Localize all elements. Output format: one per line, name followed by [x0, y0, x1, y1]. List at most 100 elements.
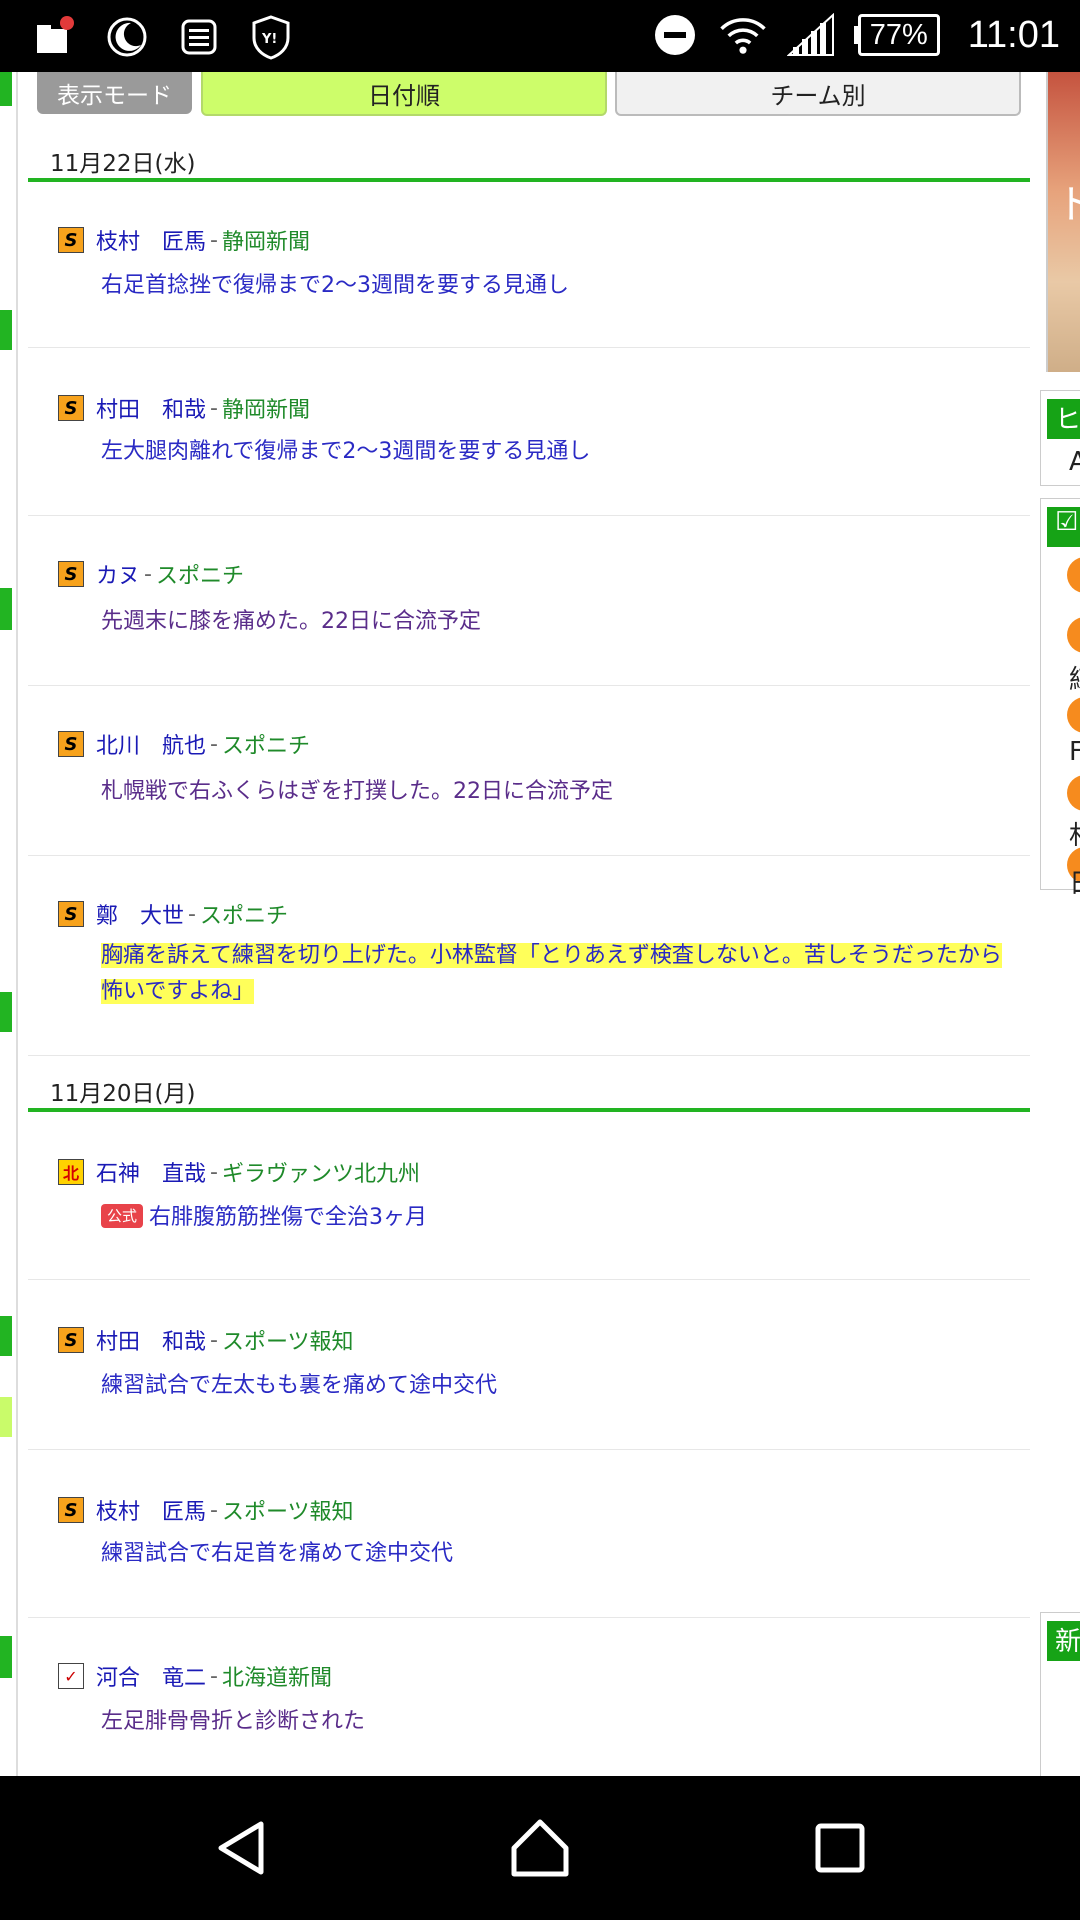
team-s-icon: S	[58, 561, 84, 587]
battery-icon: 77%	[853, 14, 940, 56]
list-bullet	[1067, 775, 1080, 811]
list-bullet	[1067, 697, 1080, 733]
player-name[interactable]: カヌ	[96, 558, 140, 590]
sidebar-item-text[interactable]: 村	[1069, 815, 1080, 852]
banner-text: ト	[1056, 182, 1080, 228]
list-item[interactable]: ✓ 河合 竜二 - 北海道新聞 左足腓骨骨折と診断された	[28, 1618, 1030, 1776]
source-name[interactable]: 北海道新聞	[222, 1660, 332, 1692]
date-label: 11月20日(月)	[50, 1081, 196, 1107]
player-name[interactable]: 河合 竜二	[96, 1660, 206, 1692]
entry-body-text: 右腓腹筋筋挫傷で全治3ヶ月	[149, 1205, 428, 1230]
list-bullet	[1067, 617, 1080, 653]
list-item[interactable]: S 北川 航也 - スポニチ 札幌戦で右ふくらはぎを打撲した。22日に合流予定	[28, 686, 1030, 856]
official-badge: 公式	[101, 1204, 144, 1228]
entry-text[interactable]: 札幌戦で右ふくらはぎを打撲した。22日に合流予定	[101, 774, 1021, 810]
player-name[interactable]: 鄭 大世	[96, 898, 184, 930]
back-button[interactable]	[196, 1806, 286, 1890]
rail-marker	[0, 310, 12, 350]
sidebar-item-text[interactable]: 練	[1069, 659, 1080, 696]
separator: -	[210, 1327, 218, 1353]
player-name[interactable]: 北川 航也	[96, 728, 206, 760]
entry-text[interactable]: 練習試合で左太もも裏を痛めて途中交代	[101, 1368, 1021, 1404]
source-name[interactable]: 静岡新聞	[222, 392, 310, 424]
source-name[interactable]: 静岡新聞	[222, 224, 310, 256]
player-name[interactable]: 村田 和哉	[96, 1324, 206, 1356]
recents-square-icon	[815, 1823, 865, 1873]
list-item[interactable]: 北 石神 直哉 - ギラヴァンツ北九州 公式 右腓腹筋筋挫傷で全治3ヶ月	[28, 1116, 1030, 1280]
display-mode-bar: 表示モード 日付順 チーム別	[37, 72, 1021, 116]
source-name[interactable]: ギラヴァンツ北九州	[222, 1156, 420, 1188]
rail-marker	[0, 1316, 12, 1356]
team-s-icon: S	[58, 731, 84, 757]
svg-text:Y!: Y!	[261, 32, 277, 47]
separator: -	[210, 395, 218, 421]
sidebar-box-header: 新	[1047, 1621, 1080, 1661]
rail-marker	[0, 1397, 12, 1437]
home-button[interactable]	[495, 1806, 585, 1890]
separator: -	[210, 1497, 218, 1523]
source-name[interactable]: スポーツ報知	[222, 1494, 354, 1526]
web-content[interactable]: 表示モード 日付順 チーム別 11月22日(水) S 枝村 匠馬 - 静岡新聞 …	[0, 72, 1080, 1776]
team-s-icon: S	[58, 901, 84, 927]
entry-text[interactable]: 練習試合で右足首を痛めて途中交代	[101, 1536, 1021, 1572]
list-item[interactable]: S 村田 和哉 - スポーツ報知 練習試合で左太もも裏を痛めて途中交代	[28, 1280, 1030, 1450]
list-item[interactable]: S 村田 和哉 - 静岡新聞 左大腿肉離れで復帰まで2〜3週間を要する見通し	[28, 348, 1030, 516]
sidebar-box-header: ヒ	[1047, 399, 1080, 439]
player-name[interactable]: 村田 和哉	[96, 392, 206, 424]
do-not-disturb-icon	[650, 10, 700, 60]
entry-text[interactable]: 左足腓骨骨折と診断された	[101, 1704, 1021, 1740]
entry-text[interactable]: 胸痛を訴えて練習を切り上げた。小林監督「とりあえず検査しないと。苦しそうだったか…	[101, 938, 1021, 1010]
moon-icon	[102, 12, 152, 62]
separator: -	[210, 1159, 218, 1185]
source-name[interactable]: スポニチ	[200, 898, 288, 930]
sidebar-banner-image[interactable]: ト	[1046, 72, 1080, 372]
display-mode-label: 表示モード	[37, 72, 192, 114]
player-name[interactable]: 枝村 匠馬	[96, 224, 206, 256]
entry-text[interactable]: 公式 右腓腹筋筋挫傷で全治3ヶ月	[101, 1200, 1021, 1236]
home-icon	[511, 1819, 569, 1877]
sidebar-box-text: A	[1069, 447, 1080, 477]
navigation-bar	[0, 1776, 1080, 1920]
sidebar-box: ヒ A	[1040, 390, 1080, 486]
date-header: 11月22日(水)	[28, 138, 1030, 182]
status-bar: Y! 77% 11:01	[0, 0, 1080, 72]
rail-marker	[0, 72, 12, 106]
source-name[interactable]: スポーツ報知	[222, 1324, 354, 1356]
source-name[interactable]: スポニチ	[222, 728, 310, 760]
signal-icon	[786, 10, 836, 60]
list-item[interactable]: S 鄭 大世 - スポニチ 胸痛を訴えて練習を切り上げた。小林監督「とりあえず検…	[28, 856, 1030, 1056]
separator: -	[210, 1663, 218, 1689]
team-s-icon: S	[58, 1327, 84, 1353]
separator: -	[188, 901, 196, 927]
yahoo-shield-icon: Y!	[246, 12, 296, 62]
back-triangle-icon	[218, 1821, 264, 1875]
entry-text[interactable]: 左大腿肉離れで復帰まで2〜3週間を要する見通し	[101, 434, 1021, 470]
clock: 11:01	[967, 13, 1060, 56]
team-s-icon: S	[58, 1497, 84, 1523]
player-name[interactable]: 石神 直哉	[96, 1156, 206, 1188]
entry-text[interactable]: 右足首捻挫で復帰まで2〜3週間を要する見通し	[101, 268, 1021, 304]
tab-date-order[interactable]: 日付順	[201, 72, 607, 116]
left-rail	[16, 72, 18, 1776]
player-name[interactable]: 枝村 匠馬	[96, 1494, 206, 1526]
rail-marker	[0, 588, 12, 630]
team-s-icon: S	[58, 395, 84, 421]
source-name[interactable]: スポニチ	[156, 558, 244, 590]
tab-by-team[interactable]: チーム別	[615, 72, 1021, 116]
rail-marker	[0, 1636, 12, 1678]
list-item[interactable]: S 枝村 匠馬 - 静岡新聞 右足首捻挫で復帰まで2〜3週間を要する見通し	[28, 186, 1030, 348]
folder-notification-icon	[30, 12, 80, 62]
separator: -	[210, 731, 218, 757]
sidebar-box-header-icon: ☑	[1047, 507, 1080, 547]
team-hokkaido-icon: ✓	[58, 1663, 84, 1689]
entry-text[interactable]: 先週末に膝を痛めた。22日に合流予定	[101, 604, 1021, 640]
list-item[interactable]: S 枝村 匠馬 - スポーツ報知 練習試合で右足首を痛めて途中交代	[28, 1450, 1030, 1618]
list-item[interactable]: S カヌ - スポニチ 先週末に膝を痛めた。22日に合流予定	[28, 516, 1030, 686]
sidebar-item-text[interactable]: F	[1069, 737, 1080, 767]
recents-button[interactable]	[795, 1806, 885, 1890]
list-bullet	[1067, 557, 1080, 593]
team-kitakyushu-icon: 北	[58, 1159, 84, 1185]
wifi-icon	[718, 10, 768, 60]
sidebar-box: ☑ 練 F 村 日	[1040, 498, 1080, 899]
sidebar-item-text[interactable]: 日	[1069, 863, 1080, 900]
